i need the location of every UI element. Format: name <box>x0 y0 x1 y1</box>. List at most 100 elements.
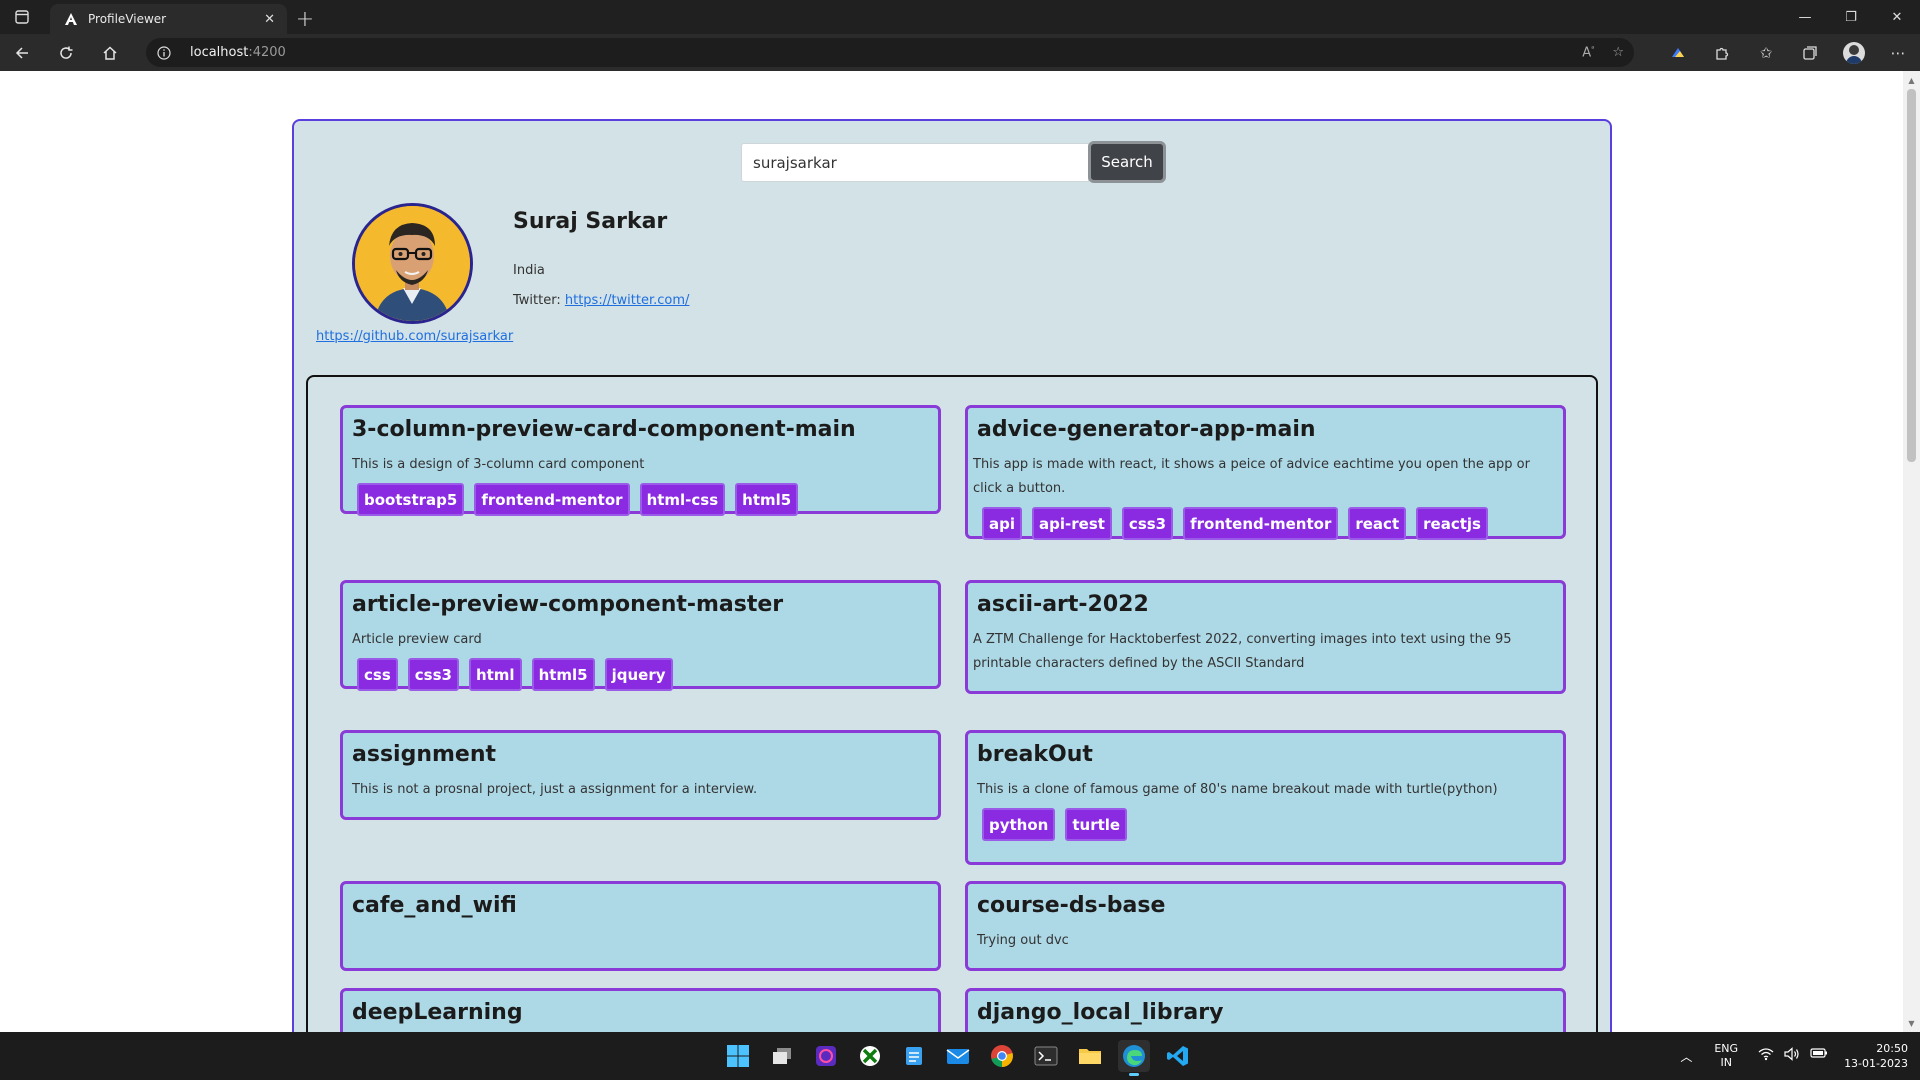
topic-tag[interactable]: frontend-mentor <box>474 483 630 516</box>
angular-favicon-icon <box>64 12 78 26</box>
repo-name: deepLearning <box>352 1000 523 1025</box>
repo-card[interactable]: django_local_library <box>965 988 1566 1032</box>
repo-description: This is a design of 3-column card compon… <box>352 457 645 472</box>
quick-settings[interactable] <box>1758 1047 1828 1065</box>
topic-tag[interactable]: python <box>982 808 1056 841</box>
mail-icon[interactable] <box>942 1040 974 1072</box>
extension-icon[interactable] <box>1656 34 1700 71</box>
show-hidden-icons-icon[interactable]: ︿ <box>1680 1048 1692 1065</box>
search-input[interactable] <box>741 143 1089 182</box>
favorites-icon[interactable]: ✩ <box>1744 34 1788 71</box>
profile-viewer-app: Search https://github.com/surajsarkar Su… <box>292 119 1612 1032</box>
repo-card[interactable]: course-ds-base Trying out dvc <box>965 881 1566 971</box>
add-favorite-icon[interactable]: ☆ <box>1612 45 1624 60</box>
repo-topics: python turtle <box>977 808 1554 841</box>
topic-tag[interactable]: html <box>468 658 522 691</box>
repo-name: ascii-art-2022 <box>977 592 1149 617</box>
topic-tag[interactable]: frontend-mentor <box>1183 507 1339 540</box>
page-viewport: Search https://github.com/surajsarkar Su… <box>0 71 1920 1032</box>
scroll-up-icon[interactable]: ▲ <box>1903 73 1920 87</box>
task-view-icon[interactable] <box>766 1040 798 1072</box>
edge-icon[interactable] <box>1118 1040 1150 1076</box>
profile-avatar-icon[interactable] <box>1832 34 1876 71</box>
repo-description: This is a clone of famous game of 80's n… <box>977 782 1498 797</box>
address-bar[interactable]: localhost:4200 Aᵃ ☆ <box>146 38 1634 67</box>
new-tab-button[interactable]: + <box>287 4 323 34</box>
topic-tag[interactable]: react <box>1348 507 1407 540</box>
repo-description: A ZTM Challenge for Hacktoberfest 2022, … <box>973 632 1512 671</box>
terminal-icon[interactable] <box>1030 1040 1062 1072</box>
chrome-icon[interactable] <box>986 1040 1018 1072</box>
memoji-avatar-icon <box>355 206 470 321</box>
profile-name: Suraj Sarkar <box>513 209 668 234</box>
more-options-icon[interactable]: ⋯ <box>1876 34 1920 71</box>
profile-twitter: Twitter: https://twitter.com/ <box>513 293 689 308</box>
repo-card[interactable]: deepLearning <box>340 988 941 1032</box>
read-aloud-icon[interactable]: Aᵃ <box>1582 44 1594 60</box>
topic-tag[interactable]: turtle <box>1065 808 1128 841</box>
language-region: IN <box>1720 1056 1732 1069</box>
windows-start-icon[interactable] <box>722 1040 754 1072</box>
topic-tag[interactable]: html5 <box>735 483 799 516</box>
site-info-icon[interactable] <box>146 45 182 60</box>
topic-tag[interactable]: api-rest <box>1032 507 1112 540</box>
vertical-scrollbar[interactable]: ▲ ▼ <box>1903 71 1920 1032</box>
repo-card[interactable]: assignment This is not a prosnal project… <box>340 730 941 820</box>
tab-actions-icon[interactable] <box>0 0 44 34</box>
clock[interactable]: 20:50 13-01-2023 <box>1844 1041 1908 1071</box>
taskbar-apps <box>722 1032 1194 1080</box>
twitter-label: Twitter: <box>513 293 565 308</box>
language-code: ENG <box>1714 1042 1739 1055</box>
search-button[interactable]: Search <box>1088 141 1166 183</box>
close-window-button[interactable]: ✕ <box>1874 0 1920 34</box>
tab-title: ProfileViewer <box>88 12 167 26</box>
tab-close-icon[interactable]: ✕ <box>264 12 275 27</box>
topic-tag[interactable]: bootstrap5 <box>357 483 465 516</box>
repository-list: 3-column-preview-card-component-main Thi… <box>306 375 1598 1032</box>
language-indicator[interactable]: ENG IN <box>1714 1042 1738 1070</box>
minimize-button[interactable]: — <box>1782 0 1828 34</box>
clock-time: 20:50 <box>1876 1042 1908 1055</box>
topic-tag[interactable]: css3 <box>1121 507 1174 540</box>
tab-profileviewer[interactable]: ProfileViewer ✕ <box>50 4 287 34</box>
scrollbar-thumb[interactable] <box>1907 89 1916 462</box>
repo-description: This is not a prosnal project, just a as… <box>352 782 758 797</box>
topic-tag[interactable]: reactjs <box>1416 507 1488 540</box>
scroll-down-icon[interactable]: ▼ <box>1903 1016 1920 1030</box>
topic-tag[interactable]: api <box>982 507 1023 540</box>
repo-card[interactable]: breakOut This is a clone of famous game … <box>965 730 1566 865</box>
file-explorer-icon[interactable] <box>1074 1040 1106 1072</box>
extensions-puzzle-icon[interactable] <box>1700 34 1744 71</box>
xbox-icon[interactable] <box>854 1040 886 1072</box>
repo-topics: bootstrap5 frontend-mentor html-css html… <box>352 483 929 516</box>
window-controls: — ❐ ✕ <box>1782 0 1920 34</box>
system-tray: ︿ ENG IN 20:50 13-01-2023 <box>1680 1032 1920 1080</box>
topic-tag[interactable]: html-css <box>639 483 726 516</box>
repo-card[interactable]: article-preview-component-master Article… <box>340 580 941 691</box>
repo-card[interactable]: ascii-art-2022 A ZTM Challenge for Hackt… <box>965 580 1566 694</box>
repo-name: advice-generator-app-main <box>977 417 1316 442</box>
collections-icon[interactable] <box>1788 34 1832 71</box>
repo-card[interactable]: 3-column-preview-card-component-main Thi… <box>340 405 941 516</box>
refresh-icon[interactable] <box>44 34 88 71</box>
topic-tag[interactable]: css <box>357 658 398 691</box>
restore-button[interactable]: ❐ <box>1828 0 1874 34</box>
notepad-icon[interactable] <box>898 1040 930 1072</box>
repo-topics: css css3 html html5 jquery <box>352 658 929 691</box>
repo-card[interactable]: advice-generator-app-main This app is ma… <box>965 405 1566 540</box>
github-profile-link[interactable]: https://github.com/surajsarkar <box>316 329 513 344</box>
twitter-link[interactable]: https://twitter.com/ <box>565 293 690 308</box>
volume-icon <box>1784 1047 1800 1065</box>
topic-tag[interactable]: css3 <box>407 658 459 691</box>
browser-tab-bar: ProfileViewer ✕ + — ❐ ✕ <box>0 0 1920 34</box>
repo-name: breakOut <box>977 742 1093 767</box>
repo-topics: api api-rest css3 frontend-mentor react … <box>977 507 1554 540</box>
topic-tag[interactable]: html5 <box>531 658 595 691</box>
home-icon[interactable] <box>88 34 132 71</box>
topic-tag[interactable]: jquery <box>604 658 673 691</box>
vscode-icon[interactable] <box>1162 1040 1194 1072</box>
back-icon[interactable] <box>0 34 44 71</box>
app-icon[interactable] <box>810 1040 842 1072</box>
clock-date: 13-01-2023 <box>1844 1057 1908 1070</box>
repo-card[interactable]: cafe_and_wifi <box>340 881 941 971</box>
